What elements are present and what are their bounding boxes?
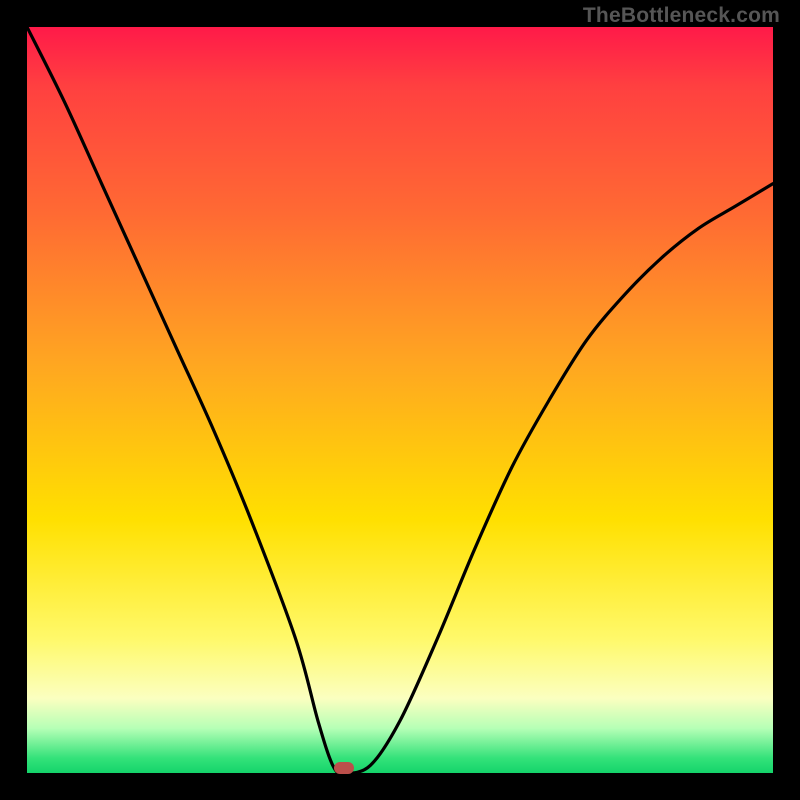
- plot-area: [27, 27, 773, 773]
- bottleneck-curve: [27, 27, 773, 773]
- chart-frame: TheBottleneck.com: [0, 0, 800, 800]
- watermark-text: TheBottleneck.com: [583, 4, 780, 28]
- optimal-marker: [334, 762, 354, 774]
